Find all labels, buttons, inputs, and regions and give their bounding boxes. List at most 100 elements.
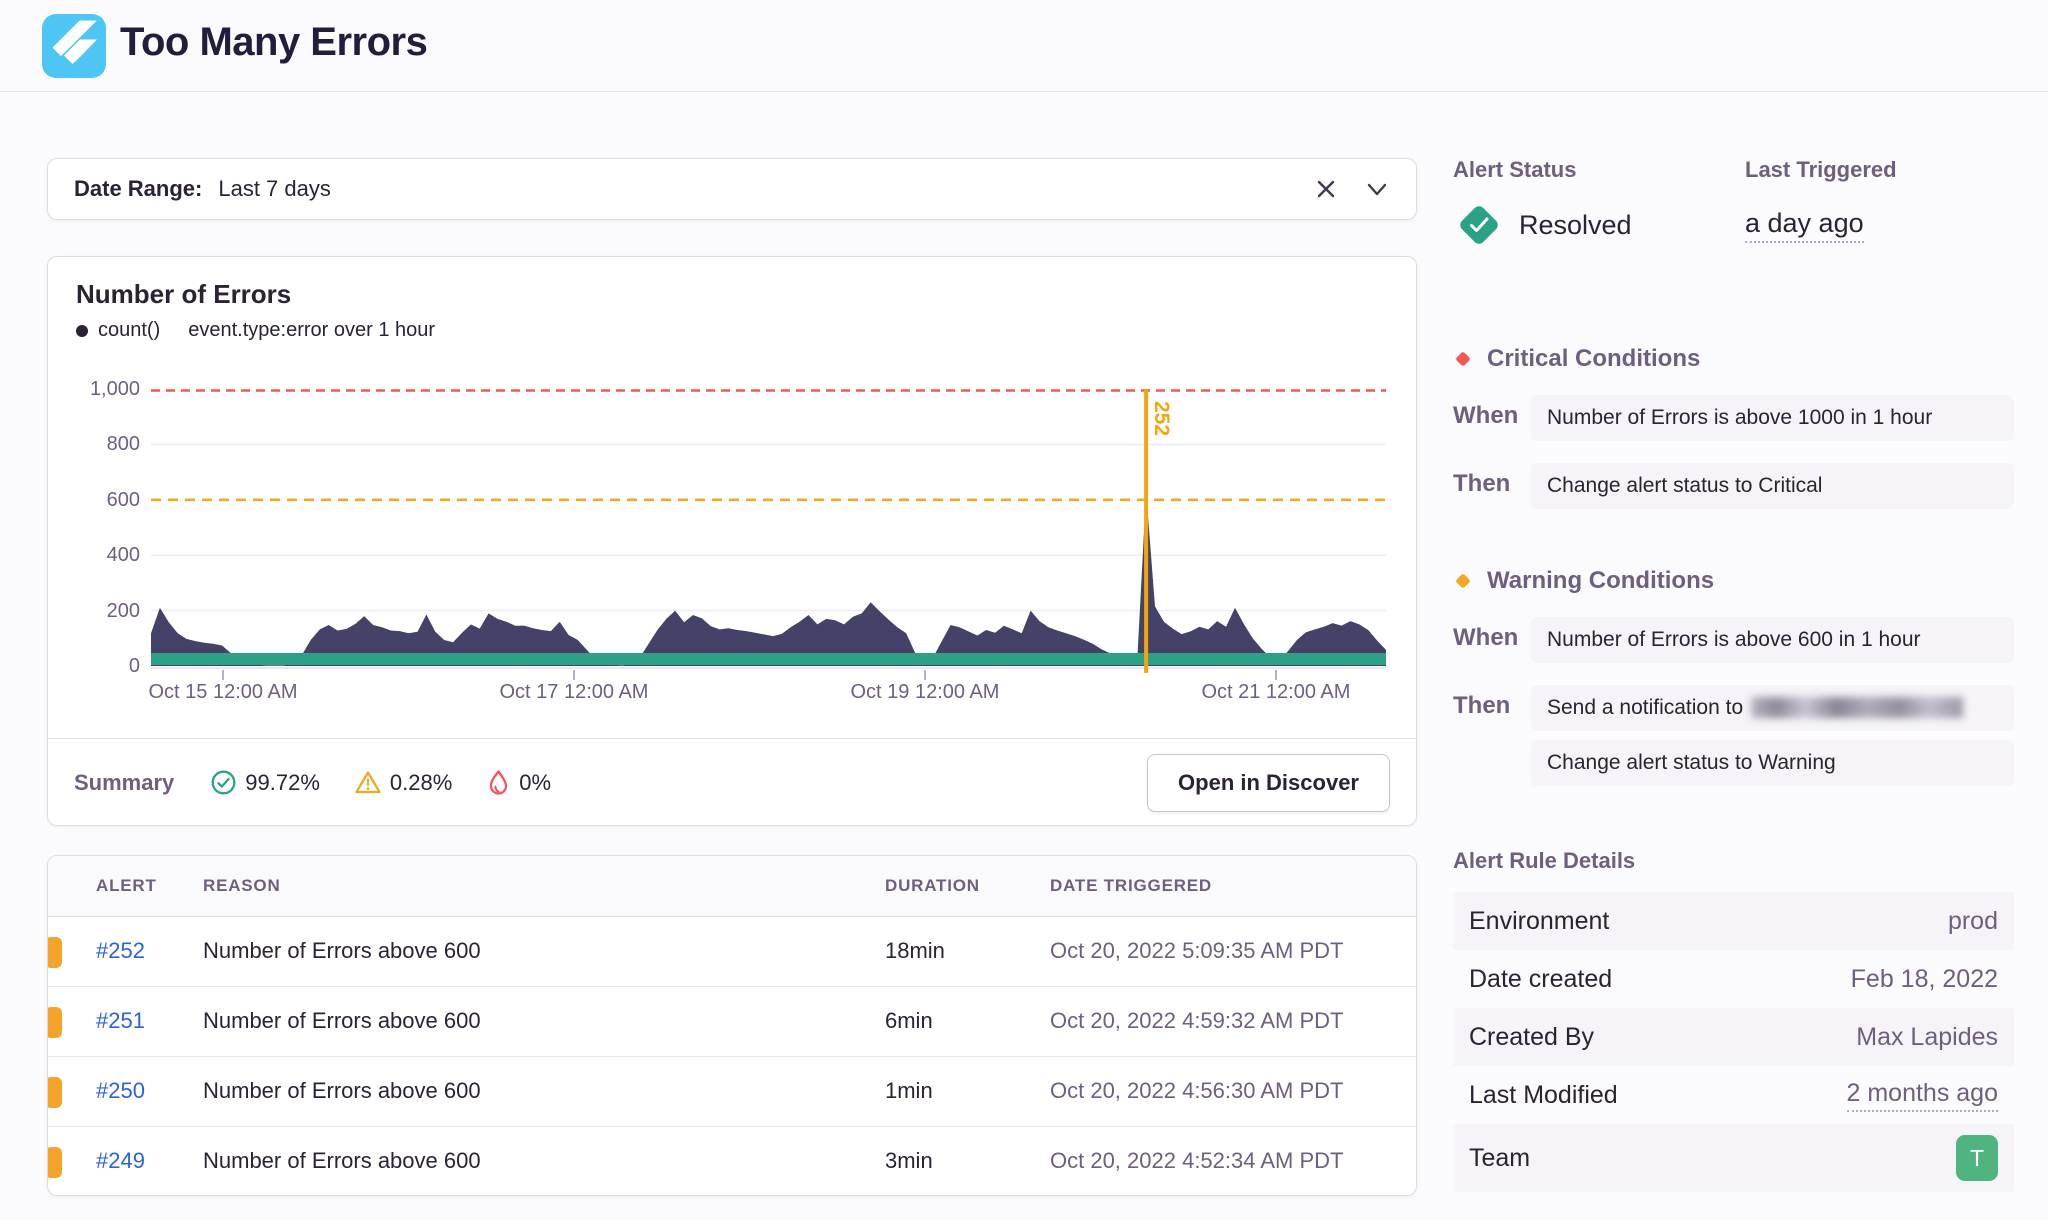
page-title: Too Many Errors	[120, 20, 427, 65]
then-label: Then	[1453, 685, 1531, 720]
warning-triangle-icon	[354, 769, 382, 796]
open-in-discover-button[interactable]: Open in Discover	[1147, 754, 1390, 812]
summary-resolved: 99.72%	[210, 769, 320, 796]
triggered-alerts-table: ALERT REASON DURATION DATE TRIGGERED #25…	[47, 855, 1417, 1196]
table-row: #252 Number of Errors above 600 18min Oc…	[48, 917, 1416, 987]
critical-when-condition: Number of Errors is above 1000 in 1 hour	[1531, 395, 2014, 441]
last-triggered-heading: Last Triggered	[1745, 157, 2014, 183]
team-avatar-badge[interactable]: T	[1956, 1135, 1998, 1181]
series-dot-icon	[76, 325, 88, 337]
y-axis-tick: 400	[48, 543, 140, 567]
column-duration: DURATION	[885, 876, 980, 896]
warning-then-notify: Send a notification to	[1531, 685, 2014, 731]
critical-diamond-icon	[1453, 349, 1473, 369]
alert-status-heading: Alert Status	[1453, 157, 1745, 183]
svg-text:252: 252	[1150, 401, 1173, 436]
alert-date-triggered: Oct 20, 2022 5:09:35 AM PDT	[1050, 938, 1344, 964]
y-axis-tick: 1,000	[48, 377, 140, 401]
details-row-team: Team T	[1453, 1124, 2014, 1192]
chart-legend: count() event.type:error over 1 hour	[76, 319, 435, 342]
check-circle-icon	[210, 769, 237, 796]
table-row: #249 Number of Errors above 600 3min Oct…	[48, 1127, 1416, 1196]
details-row-last-modified: Last Modified 2 months ago	[1453, 1066, 2014, 1124]
column-date-triggered: DATE TRIGGERED	[1050, 876, 1212, 896]
created-by-value: Max Lapides	[1856, 1023, 1998, 1052]
app-header: Too Many Errors	[0, 0, 2048, 92]
table-row: #251 Number of Errors above 600 6min Oct…	[48, 987, 1416, 1057]
when-label: When	[1453, 617, 1531, 652]
alert-duration: 1min	[885, 1078, 933, 1104]
alert-rule-details-heading: Alert Rule Details	[1453, 848, 2014, 874]
warning-diamond-icon	[1453, 571, 1473, 591]
errors-chart-card: Number of Errors count() event.type:erro…	[47, 256, 1417, 826]
critical-then-action: Change alert status to Critical	[1531, 463, 2014, 509]
legend-query: event.type:error over 1 hour	[188, 319, 435, 342]
critical-conditions-heading: Critical Conditions	[1487, 345, 1700, 373]
summary-critical: 0%	[486, 769, 551, 797]
column-reason: REASON	[203, 876, 281, 896]
alert-id-link[interactable]: #251	[96, 1008, 145, 1034]
date-range-selector[interactable]: Date Range: Last 7 days	[47, 158, 1417, 220]
summary-label: Summary	[74, 770, 174, 796]
alert-id-link[interactable]: #249	[96, 1148, 145, 1174]
critical-conditions-section: Critical Conditions When Number of Error…	[1453, 345, 2014, 509]
errors-area-chart[interactable]: 252	[151, 389, 1386, 689]
alert-duration: 6min	[885, 1008, 933, 1034]
last-modified-value[interactable]: 2 months ago	[1847, 1079, 1999, 1112]
alert-duration: 18min	[885, 938, 945, 964]
redacted-notification-target	[1751, 697, 1963, 718]
status-section: Alert Status Resolved Last Triggered a d…	[1453, 157, 2014, 251]
warning-level-badge	[47, 1007, 62, 1038]
fire-icon	[486, 769, 511, 797]
warning-conditions-section: Warning Conditions When Number of Errors…	[1453, 567, 2014, 786]
alert-date-triggered: Oct 20, 2022 4:52:34 AM PDT	[1050, 1148, 1344, 1174]
alert-reason: Number of Errors above 600	[203, 938, 481, 964]
warning-when-condition: Number of Errors is above 600 in 1 hour	[1531, 617, 2014, 663]
chart-summary-footer: Summary 99.72% 0.28% 0% Open in Discov	[48, 738, 1416, 826]
then-label: Then	[1453, 463, 1531, 498]
details-row-date-created: Date created Feb 18, 2022	[1453, 950, 2014, 1008]
alert-date-triggered: Oct 20, 2022 4:56:30 AM PDT	[1050, 1078, 1344, 1104]
chart-title: Number of Errors	[76, 279, 291, 310]
alert-rule-details-section: Alert Rule Details Environment prod Date…	[1453, 848, 2014, 1192]
x-axis-tick: Oct 17 12:00 AM	[474, 681, 674, 704]
x-axis-tick: Oct 15 12:00 AM	[123, 681, 323, 704]
platform-icon	[42, 14, 106, 78]
y-axis-tick: 600	[48, 488, 140, 512]
resolved-diamond-icon	[1453, 199, 1505, 251]
y-axis-tick: 800	[48, 432, 140, 456]
date-range-label: Date Range:	[74, 176, 202, 202]
last-triggered-value[interactable]: a day ago	[1745, 208, 1864, 243]
warning-level-badge	[47, 937, 62, 968]
alert-id-link[interactable]: #250	[96, 1078, 145, 1104]
when-label: When	[1453, 395, 1531, 430]
x-axis-tick: Oct 21 12:00 AM	[1176, 681, 1376, 704]
summary-warning: 0.28%	[354, 769, 452, 796]
warning-conditions-heading: Warning Conditions	[1487, 567, 1714, 595]
alert-id-link[interactable]: #252	[96, 938, 145, 964]
chevron-down-icon[interactable]	[1364, 176, 1390, 202]
alert-status-value: Resolved	[1519, 210, 1632, 241]
warning-level-badge	[47, 1077, 62, 1108]
alert-reason: Number of Errors above 600	[203, 1148, 481, 1174]
warning-level-badge	[47, 1147, 62, 1178]
clear-icon[interactable]	[1314, 177, 1338, 201]
details-row-environment: Environment prod	[1453, 892, 2014, 950]
y-axis-tick: 200	[48, 599, 140, 623]
table-row: #250 Number of Errors above 600 1min Oct…	[48, 1057, 1416, 1127]
alert-duration: 3min	[885, 1148, 933, 1174]
table-header: ALERT REASON DURATION DATE TRIGGERED	[48, 856, 1416, 917]
alert-reason: Number of Errors above 600	[203, 1078, 481, 1104]
legend-series: count()	[98, 319, 160, 342]
y-axis-tick: 0	[48, 654, 140, 678]
environment-value: prod	[1948, 907, 1998, 936]
alert-reason: Number of Errors above 600	[203, 1008, 481, 1034]
alert-details-sidebar: Alert Status Resolved Last Triggered a d…	[1453, 157, 2014, 1192]
x-axis-tick: Oct 19 12:00 AM	[825, 681, 1025, 704]
warning-then-status: Change alert status to Warning	[1531, 740, 2014, 786]
details-row-created-by: Created By Max Lapides	[1453, 1008, 2014, 1066]
date-range-value: Last 7 days	[218, 176, 331, 202]
column-alert: ALERT	[96, 876, 157, 896]
date-created-value: Feb 18, 2022	[1851, 965, 1998, 994]
alert-date-triggered: Oct 20, 2022 4:59:32 AM PDT	[1050, 1008, 1344, 1034]
